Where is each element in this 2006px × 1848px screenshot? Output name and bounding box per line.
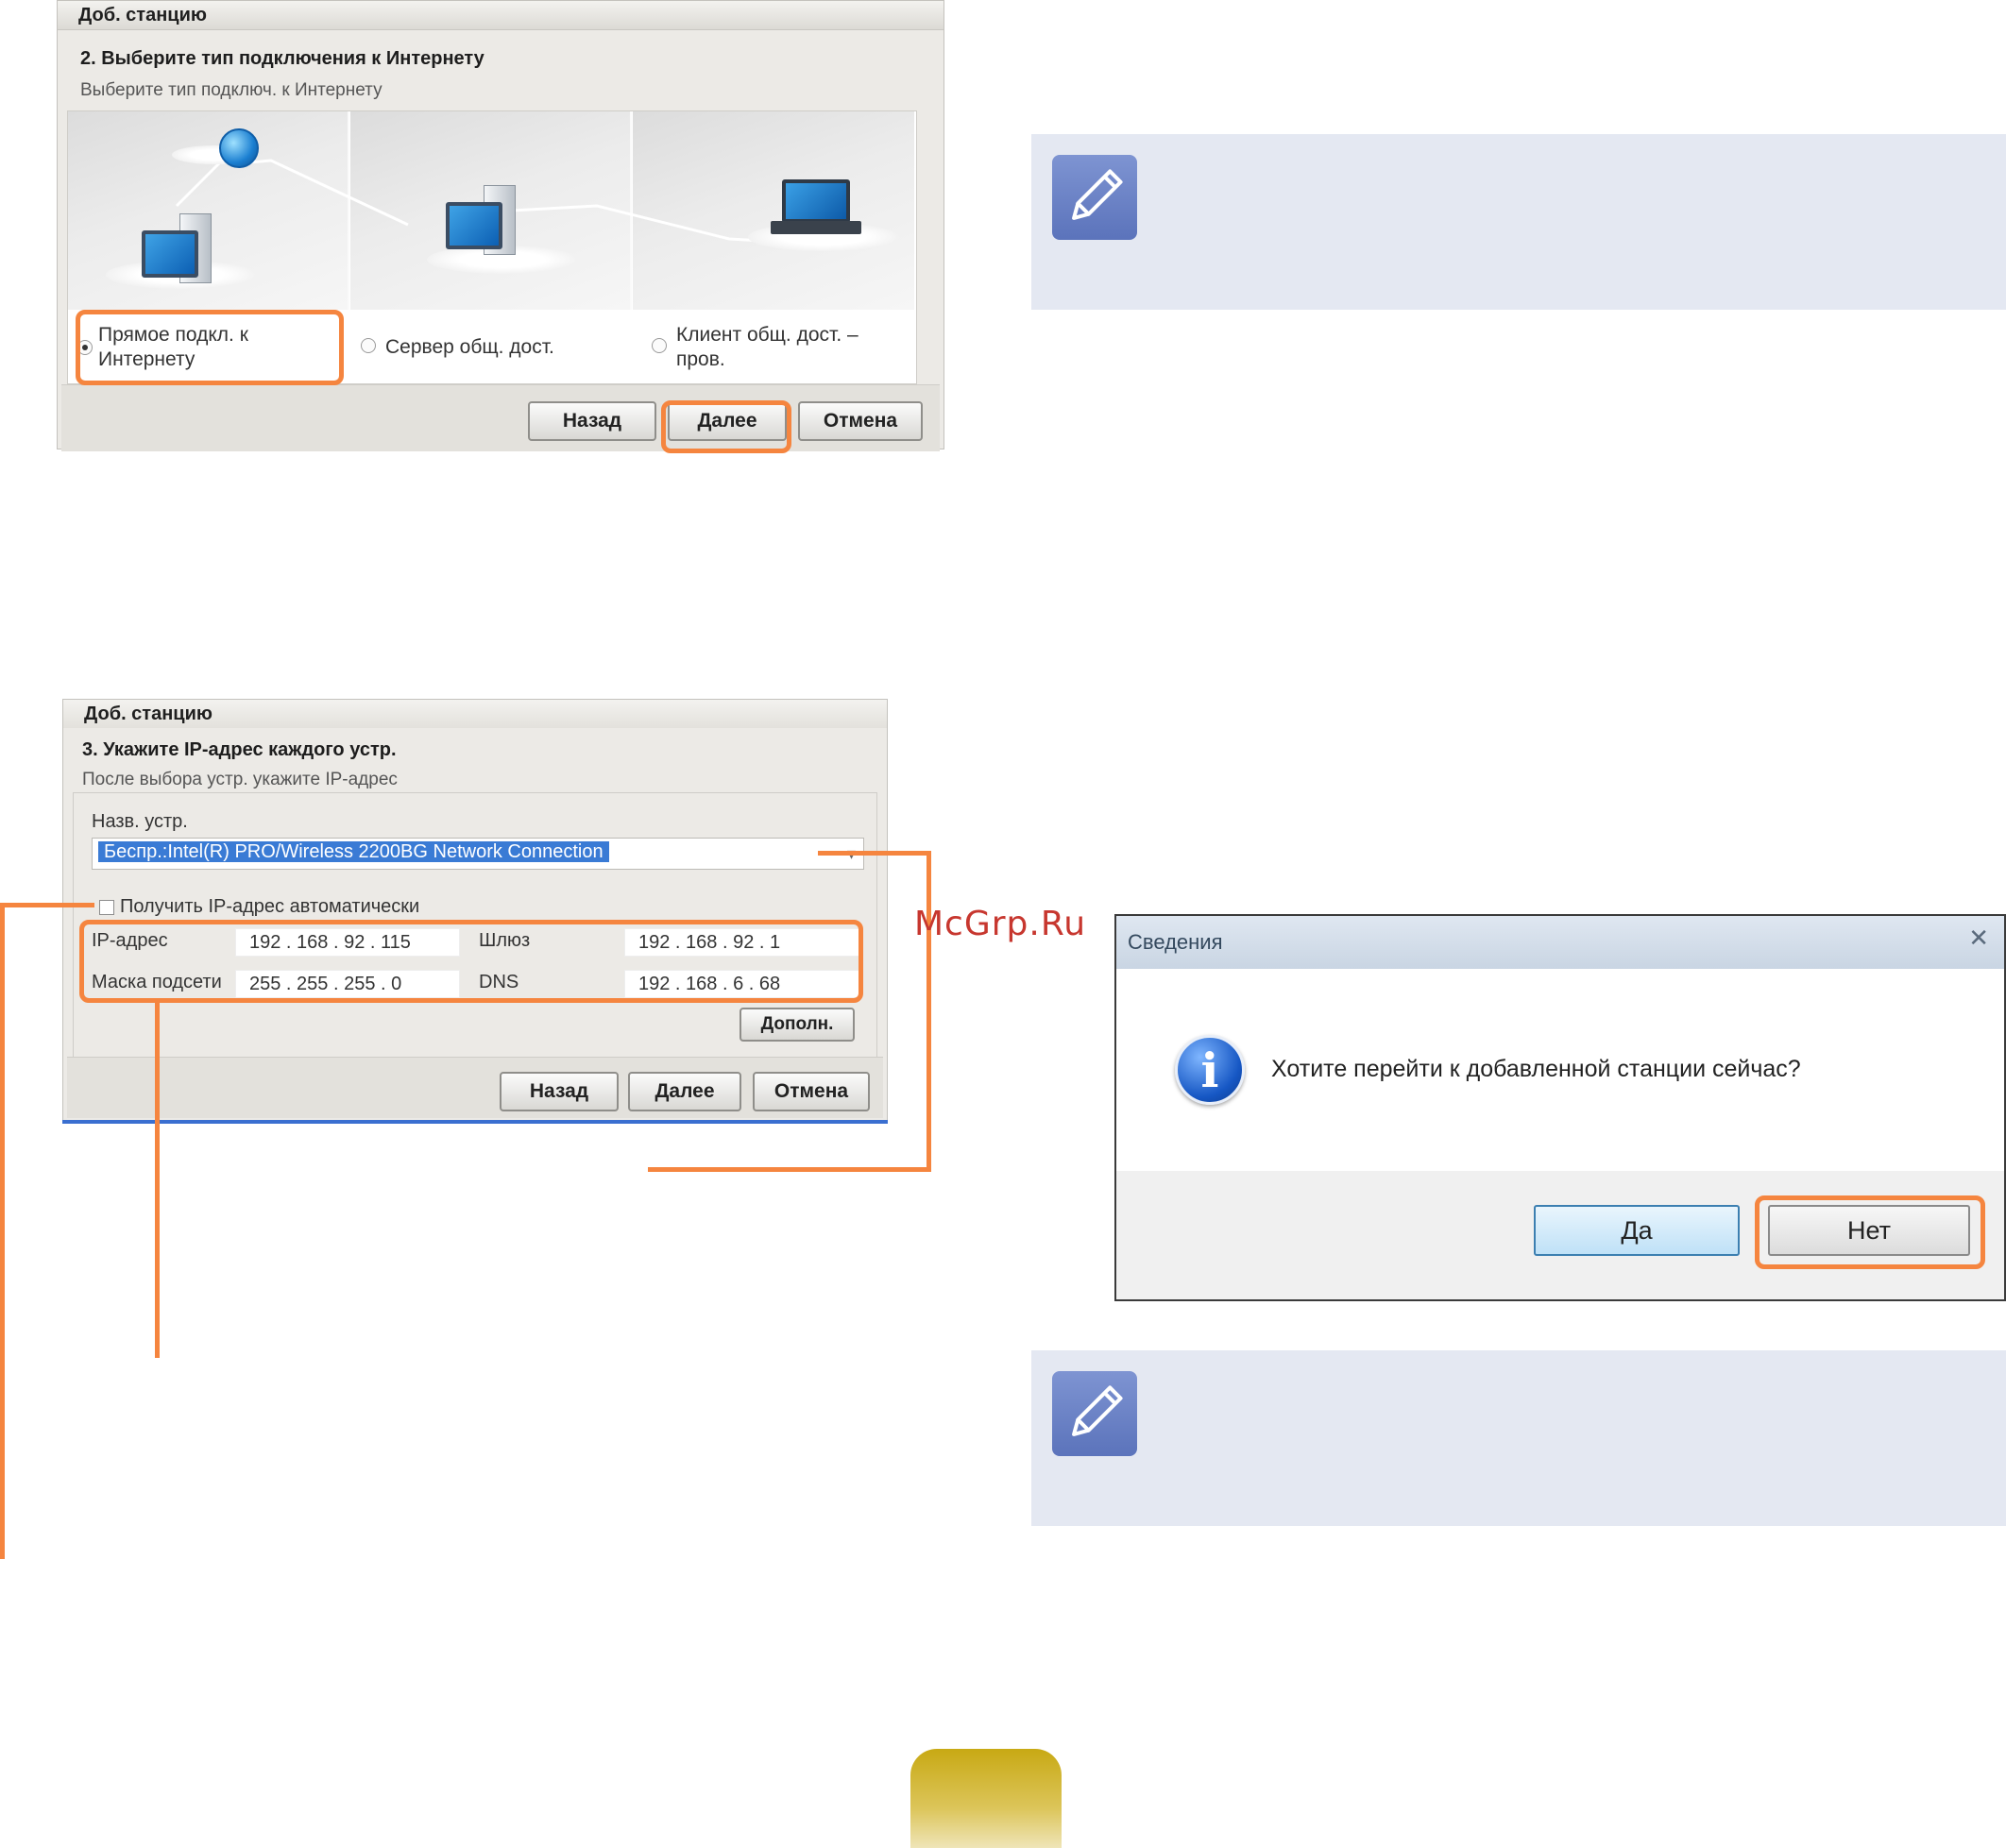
laptop-icon bbox=[782, 179, 850, 223]
cancel-button[interactable]: Отмена bbox=[798, 401, 923, 441]
info-message: Хотите перейти к добавленной станции сей… bbox=[1271, 1056, 1801, 1082]
info-dialog-title: Сведения bbox=[1116, 916, 2004, 969]
option-client-radio[interactable] bbox=[652, 338, 667, 353]
device-select[interactable]: Беспр.:Intel(R) PRO/Wireless 2200BG Netw… bbox=[92, 838, 864, 870]
page-number-tab bbox=[910, 1749, 1062, 1848]
device-label: Назв. устр. bbox=[92, 811, 188, 832]
step-subtitle: Выберите тип подключ. к Интернету bbox=[80, 80, 382, 100]
option-client-label[interactable]: Клиент общ. дост. – пров. bbox=[676, 323, 903, 372]
dialog-title: Доб. станцию bbox=[63, 700, 887, 728]
yes-button[interactable]: Да bbox=[1534, 1205, 1740, 1256]
auto-ip-label[interactable]: Получить IP-адрес автоматически bbox=[120, 896, 419, 918]
note-box-top bbox=[1031, 134, 2006, 310]
close-icon[interactable]: ✕ bbox=[1968, 924, 1989, 953]
highlight-ip-fields bbox=[79, 920, 863, 1003]
option-server-radio[interactable] bbox=[361, 338, 376, 353]
globe-icon bbox=[219, 128, 259, 168]
dialog-title: Доб. станцию bbox=[58, 1, 944, 30]
pencil-note-icon bbox=[1052, 1371, 1137, 1456]
auto-ip-checkbox[interactable] bbox=[99, 900, 114, 915]
step-heading: 3. Укажите IP-адрес каждого устр. bbox=[82, 739, 397, 760]
step-heading: 2. Выберите тип подключения к Интернету bbox=[80, 48, 484, 69]
highlight-direct-option bbox=[76, 310, 344, 385]
back-button[interactable]: Назад bbox=[528, 401, 656, 441]
advanced-button[interactable]: Дополн. bbox=[740, 1008, 855, 1042]
dialog-bottom-accent bbox=[62, 1120, 888, 1124]
highlight-next-button bbox=[661, 400, 791, 453]
step-subtitle: После выбора устр. укажите IP-адрес bbox=[82, 770, 398, 789]
highlight-no-button bbox=[1755, 1195, 1985, 1269]
watermark: McGrp.Ru bbox=[914, 905, 1087, 943]
option-server-label[interactable]: Сервер общ. дост. bbox=[385, 335, 612, 360]
info-icon: i bbox=[1175, 1035, 1245, 1105]
next-button[interactable]: Далее bbox=[628, 1072, 741, 1111]
back-button[interactable]: Назад bbox=[500, 1072, 619, 1111]
device-select-value: Беспр.:Intel(R) PRO/Wireless 2200BG Netw… bbox=[98, 841, 609, 862]
ip-settings-dialog: Доб. станцию 3. Укажите IP-адрес каждого… bbox=[62, 699, 888, 1122]
note-box-bottom bbox=[1031, 1350, 2006, 1526]
pencil-note-icon bbox=[1052, 155, 1137, 240]
cancel-button[interactable]: Отмена bbox=[753, 1072, 870, 1111]
